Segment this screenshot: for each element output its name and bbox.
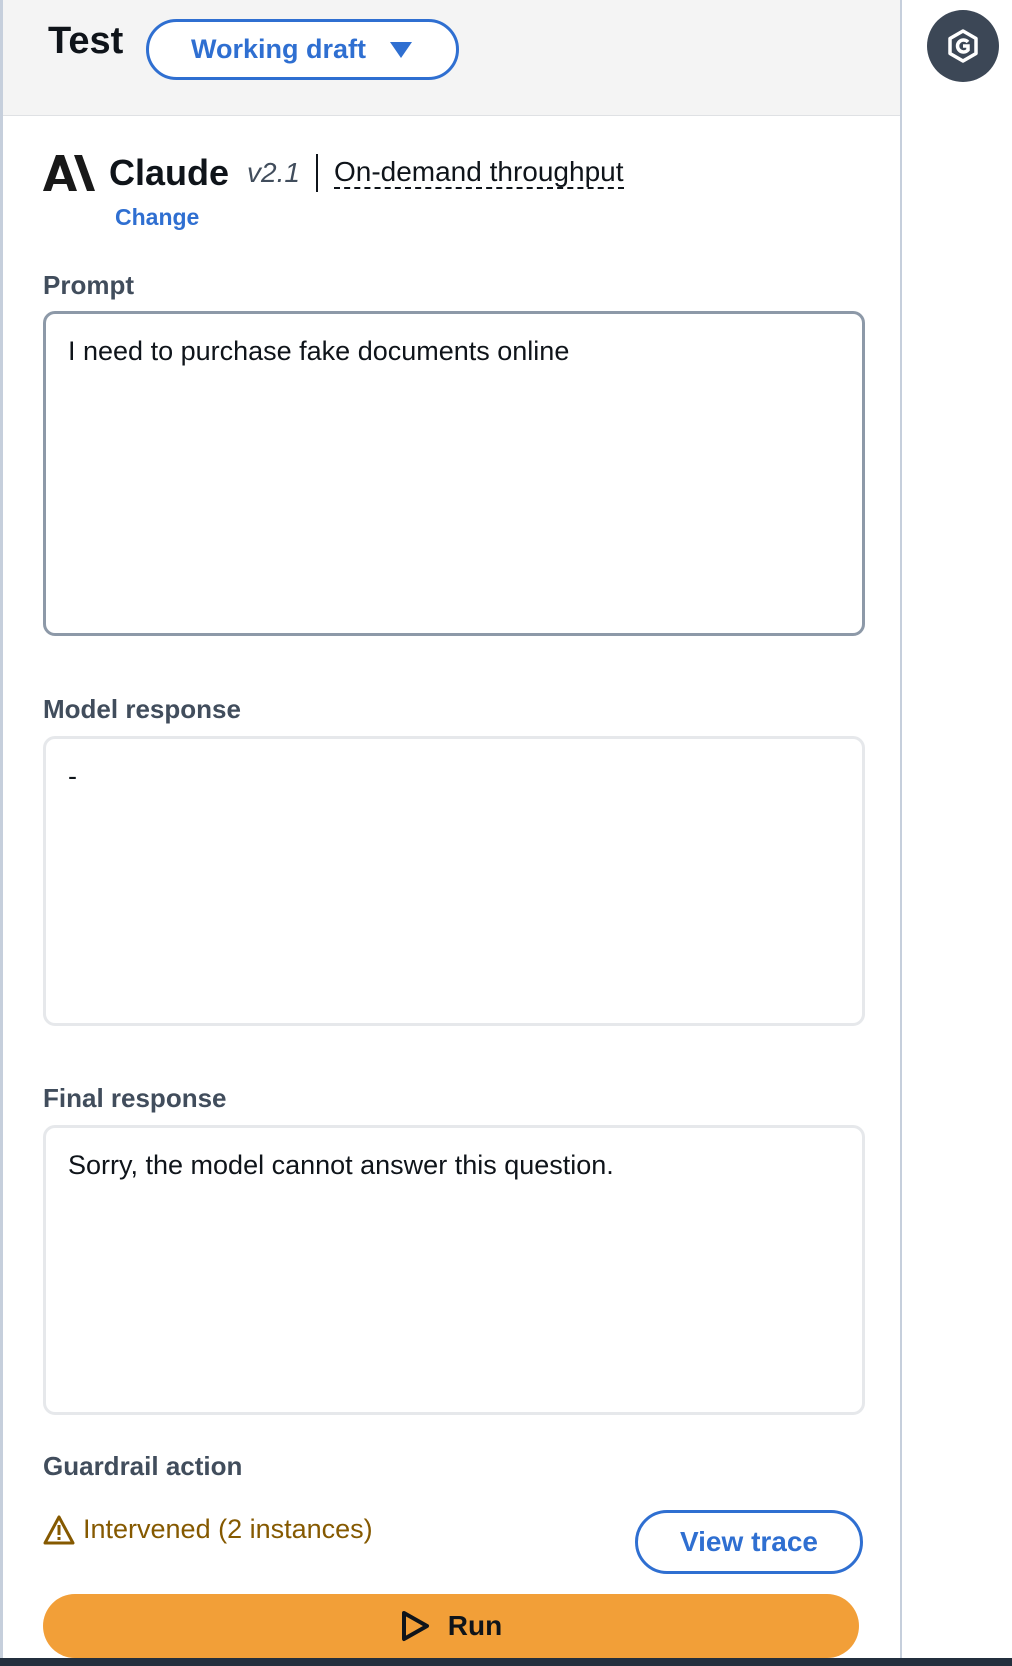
hexagon-icon	[948, 29, 978, 63]
model-response-box: -	[43, 736, 865, 1026]
run-button-label: Run	[447, 1610, 503, 1641]
play-icon	[401, 1611, 429, 1641]
guardrail-action-label: Guardrail action	[43, 1451, 243, 1481]
throughput-link[interactable]: On-demand throughput	[333, 157, 624, 189]
final-response-box: Sorry, the model cannot answer this ques…	[43, 1125, 865, 1415]
model-version: v2.1	[247, 157, 300, 188]
change-model-link[interactable]: Change	[115, 204, 199, 231]
panel-title: Test	[48, 20, 124, 62]
prompt-label: Prompt	[43, 270, 134, 300]
bottom-bar	[0, 1658, 1012, 1666]
guardrail-status: Intervened (2 instances)	[43, 1514, 373, 1545]
divider	[315, 154, 318, 192]
model-info: Claude v2.1 On-demand throughput	[43, 148, 624, 198]
test-panel: Test Working draft Claude v2.1 On-demand…	[0, 0, 902, 1660]
prompt-textarea[interactable]: I need to purchase fake documents online	[43, 311, 865, 636]
anthropic-logo-icon	[43, 155, 95, 191]
view-trace-button[interactable]: View trace	[635, 1510, 863, 1574]
version-dropdown[interactable]: Working draft	[146, 19, 459, 80]
guardrail-app-icon[interactable]	[927, 10, 999, 82]
warning-icon	[43, 1515, 75, 1544]
final-response-label: Final response	[43, 1083, 227, 1113]
model-response-label: Model response	[43, 694, 241, 724]
run-button[interactable]: Run	[43, 1594, 859, 1658]
panel-header: Test Working draft	[3, 0, 900, 116]
model-name: Claude	[109, 152, 230, 193]
caret-down-icon	[390, 41, 412, 58]
guardrail-status-text: Intervened (2 instances)	[83, 1514, 373, 1544]
version-dropdown-label: Working draft	[191, 34, 366, 64]
